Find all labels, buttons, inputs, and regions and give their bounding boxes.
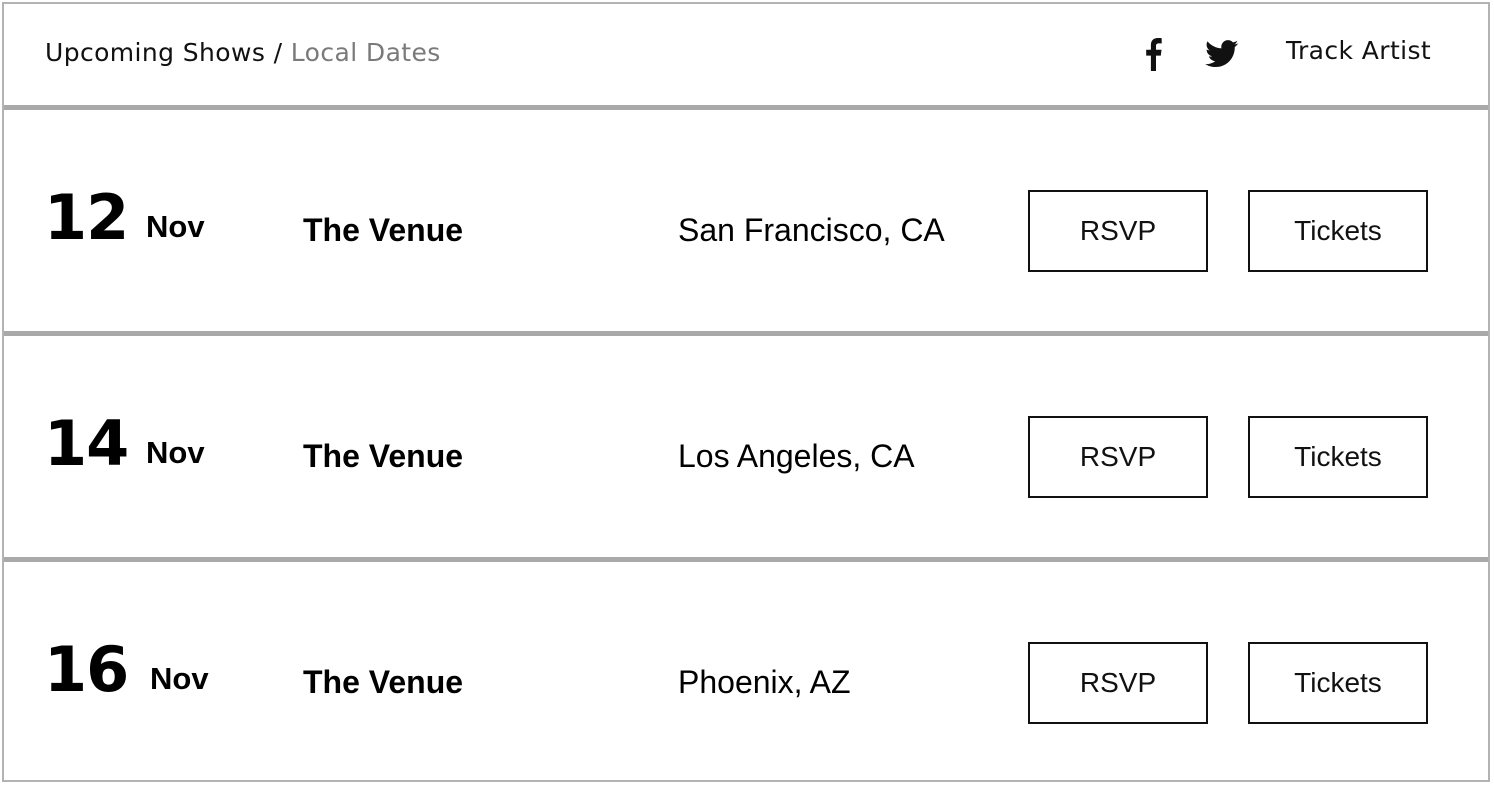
tickets-button[interactable]: Tickets [1248,416,1428,498]
show-row: 12 Nov The Venue San Francisco, CA RSVP … [4,110,1488,336]
facebook-icon[interactable] [1138,34,1168,74]
show-month: Nov [146,209,205,244]
breadcrumb: Upcoming Shows / Local Dates [45,38,441,67]
show-venue: The Venue [303,212,464,248]
track-artist-link[interactable]: Track Artist [1286,36,1431,65]
show-venue: The Venue [303,664,464,700]
header-bar: Upcoming Shows / Local Dates Track Artis… [4,4,1488,110]
show-row: 16 Nov The Venue Phoenix, AZ RSVP Ticket… [4,562,1488,783]
show-day: 14 [44,407,129,480]
shows-widget: Upcoming Shows / Local Dates Track Artis… [2,2,1490,782]
tickets-button[interactable]: Tickets [1248,190,1428,272]
tickets-button[interactable]: Tickets [1248,642,1428,724]
breadcrumb-current: Local Dates [290,38,441,67]
show-city: Los Angeles, CA [678,438,915,474]
show-venue: The Venue [303,438,464,474]
twitter-icon[interactable] [1202,34,1242,74]
breadcrumb-section[interactable]: Upcoming Shows [45,38,265,67]
rsvp-button[interactable]: RSVP [1028,642,1208,724]
show-month: Nov [146,435,205,470]
show-row: 14 Nov The Venue Los Angeles, CA RSVP Ti… [4,336,1488,562]
show-city: San Francisco, CA [678,212,945,248]
show-month: Nov [150,661,209,696]
show-day: 12 [44,181,129,254]
breadcrumb-separator: / [265,38,291,67]
rsvp-button[interactable]: RSVP [1028,416,1208,498]
show-city: Phoenix, AZ [678,664,851,700]
show-day: 16 [44,633,129,706]
rsvp-button[interactable]: RSVP [1028,190,1208,272]
